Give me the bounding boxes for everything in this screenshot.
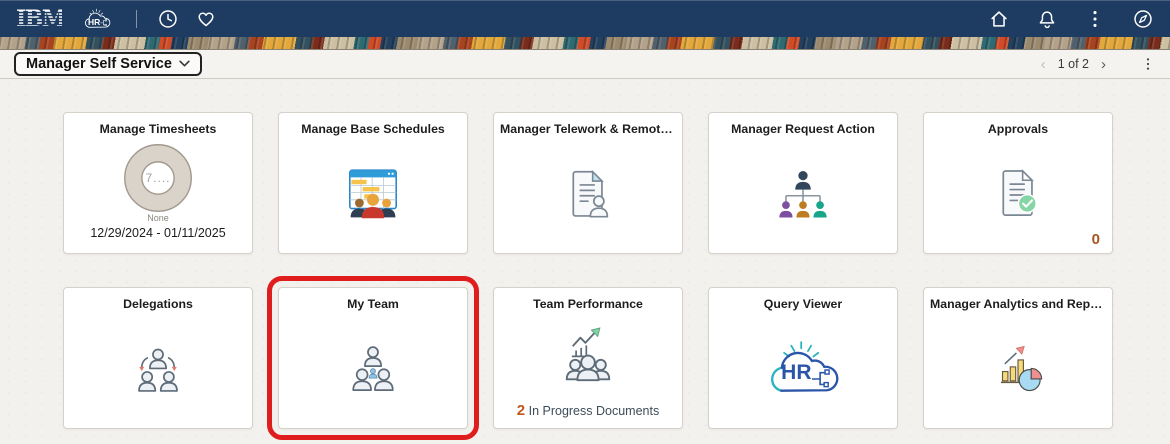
donut-center-label: 7.... bbox=[120, 140, 196, 216]
homepage-selector-label: Manager Self Service bbox=[26, 56, 172, 72]
hr-cloud-logo-text: HR bbox=[781, 361, 811, 385]
actions-kebab-icon[interactable] bbox=[1084, 8, 1106, 30]
page-next-chevron[interactable]: › bbox=[1101, 56, 1106, 73]
tile-title: Team Performance bbox=[533, 297, 643, 311]
tile-icon bbox=[557, 164, 619, 226]
tile-icon bbox=[987, 164, 1049, 226]
footer-count: 2 bbox=[517, 402, 525, 419]
tile-icon bbox=[342, 339, 404, 401]
header-divider bbox=[136, 10, 137, 28]
tile-icon bbox=[772, 164, 834, 226]
tile-title: Manage Timesheets bbox=[100, 122, 217, 136]
tile-footer: 2 In Progress Documents bbox=[517, 402, 659, 419]
tile-title: Manager Telework & Remote W... bbox=[500, 122, 676, 136]
page-indicator: 1 of 2 bbox=[1058, 57, 1089, 71]
tile-manage-base-schedules[interactable]: Manage Base Schedules bbox=[278, 112, 468, 254]
tile-icon: HR bbox=[756, 334, 850, 406]
tile-manager-telework-remote-w[interactable]: Manager Telework & Remote W... bbox=[493, 112, 683, 254]
tile-icon bbox=[554, 319, 622, 387]
tile-delegations[interactable]: Delegations bbox=[63, 287, 253, 429]
tile-title: Delegations bbox=[123, 297, 193, 311]
tile-title: Manage Base Schedules bbox=[301, 122, 445, 136]
tile-grid: Manage Timesheets 7.... None 12/29/2024 … bbox=[0, 79, 1170, 429]
tile-title: My Team bbox=[347, 297, 399, 311]
notifications-bell-icon[interactable] bbox=[1036, 8, 1058, 30]
page-prev-chevron[interactable]: ‹ bbox=[1041, 56, 1046, 73]
tile-query-viewer[interactable]: Query Viewer HR bbox=[708, 287, 898, 429]
tile-manager-request-action[interactable]: Manager Request Action bbox=[708, 112, 898, 254]
tile-icon bbox=[987, 339, 1049, 401]
homepage-content: Manage Timesheets 7.... None 12/29/2024 … bbox=[0, 79, 1170, 443]
tile-icon: 7.... bbox=[120, 140, 196, 216]
tile-title: Manager Analytics and Reports bbox=[930, 297, 1106, 311]
tile-title: Approvals bbox=[988, 122, 1048, 136]
home-icon[interactable] bbox=[988, 8, 1010, 30]
tile-icon bbox=[127, 339, 189, 401]
tile-approvals[interactable]: Approvals 0 bbox=[923, 112, 1113, 254]
pagination: ‹ 1 of 2 › bbox=[1041, 55, 1156, 73]
recents-clock-icon[interactable] bbox=[157, 8, 179, 30]
tile-date-range: 12/29/2024 - 01/11/2025 bbox=[90, 226, 225, 240]
tile-team-performance[interactable]: Team Performance 2 In Progress Documents bbox=[493, 287, 683, 429]
tile-my-team[interactable]: My Team bbox=[278, 287, 468, 429]
tile-icon bbox=[339, 163, 407, 227]
chevron-down-icon bbox=[179, 60, 190, 67]
hr-cloud-logo-text: HR bbox=[88, 17, 100, 27]
tile-badge-count: 0 bbox=[1092, 231, 1100, 248]
tile-manager-analytics-and-reports[interactable]: Manager Analytics and Reports bbox=[923, 287, 1113, 429]
page-menu-kebab-icon[interactable] bbox=[1140, 55, 1156, 73]
app-header: IBM HR bbox=[0, 0, 1170, 37]
tile-title: Manager Request Action bbox=[731, 122, 875, 136]
decorative-banner-strip bbox=[0, 37, 1170, 50]
footer-text: In Progress Documents bbox=[525, 404, 659, 418]
homepage-selector-dropdown[interactable]: Manager Self Service bbox=[14, 52, 202, 76]
tile-title: Query Viewer bbox=[764, 297, 842, 311]
sub-header: Manager Self Service ‹ 1 of 2 › bbox=[0, 50, 1170, 79]
ibm-logo: IBM bbox=[16, 7, 62, 31]
tile-manage-timesheets[interactable]: Manage Timesheets 7.... None 12/29/2024 … bbox=[63, 112, 253, 254]
navbar-compass-icon[interactable] bbox=[1132, 8, 1154, 30]
hr-cloud-logo: HR bbox=[78, 6, 116, 33]
favorites-heart-icon[interactable] bbox=[195, 8, 217, 30]
